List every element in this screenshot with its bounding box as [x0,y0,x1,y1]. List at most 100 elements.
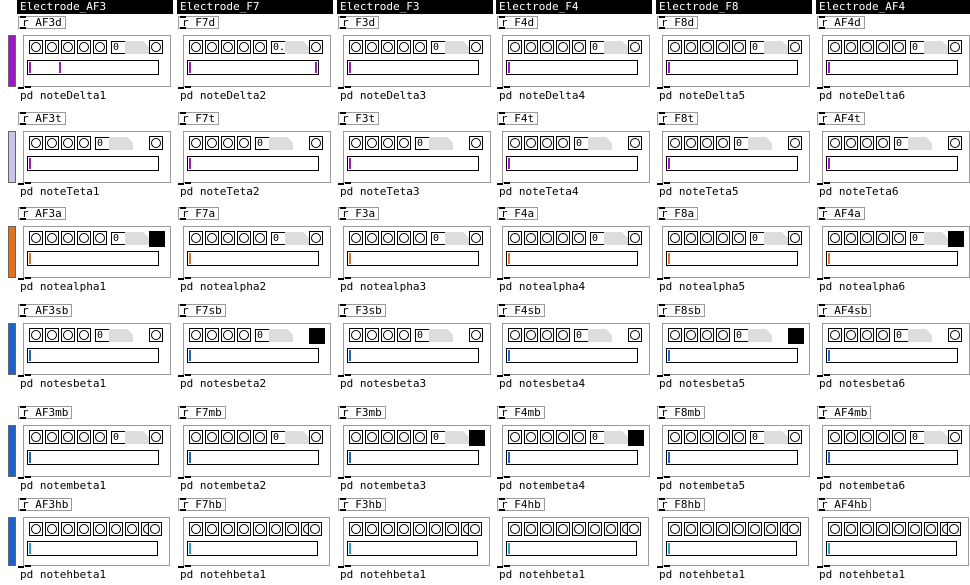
level-slider[interactable] [187,156,319,171]
bang-button[interactable] [381,328,395,342]
receive-object[interactable]: r AF3mb [18,406,73,419]
level-slider[interactable] [27,251,159,266]
bang-button[interactable] [365,328,379,342]
toggle-on[interactable] [788,328,804,344]
receive-object[interactable]: r F8mb [657,406,705,419]
receive-object[interactable]: r F3t [338,112,380,125]
bang-button[interactable] [828,522,842,536]
bang-button[interactable] [668,231,682,245]
bang-button[interactable] [668,328,682,342]
bang-button[interactable] [429,522,443,536]
bang-button[interactable] [397,136,411,150]
number-box[interactable]: 0.4 [271,41,291,54]
receive-object[interactable]: r F4mb [497,406,545,419]
receive-object[interactable]: r AF4a [817,207,865,220]
pd-subpatch[interactable]: pd notembeta4 [497,477,588,493]
level-slider[interactable] [27,541,158,556]
bang-button[interactable] [876,328,890,342]
bang-button[interactable] [748,522,762,536]
level-slider[interactable] [506,251,638,266]
bang-button[interactable] [365,522,379,536]
bang-button[interactable] [45,136,59,150]
number-box[interactable]: 0 [95,329,109,342]
bang-button[interactable] [205,40,219,54]
bang-button[interactable] [700,231,714,245]
bang-button[interactable] [221,522,235,536]
bang-button[interactable] [844,231,858,245]
bang-button[interactable] [189,430,203,444]
receive-object[interactable]: r AF3a [18,207,66,220]
bang-button[interactable] [860,136,874,150]
receive-object[interactable]: r F7a [178,207,220,220]
bang-button[interactable] [732,522,746,536]
bang-button[interactable] [77,136,91,150]
bang-button[interactable] [788,40,802,54]
bang-button[interactable] [732,40,746,54]
bang-button[interactable] [892,231,906,245]
bang-button[interactable] [445,522,459,536]
bang-button[interactable] [508,231,522,245]
toggle-on[interactable] [469,430,485,446]
bang-button[interactable] [860,40,874,54]
bang-button[interactable] [469,40,483,54]
bang-button[interactable] [627,522,641,536]
bang-button[interactable] [684,40,698,54]
level-slider[interactable] [187,348,319,363]
level-slider[interactable] [826,156,958,171]
bang-button[interactable] [524,231,538,245]
number-box[interactable]: 0 [590,41,604,54]
bang-button[interactable] [285,522,299,536]
bang-button[interactable] [93,430,107,444]
receive-object[interactable]: r F8a [657,207,699,220]
bang-button[interactable] [365,136,379,150]
bang-button[interactable] [860,430,874,444]
bang-button[interactable] [29,40,43,54]
number-box[interactable]: 0 [431,232,445,245]
bang-button[interactable] [205,136,219,150]
bang-button[interactable] [45,231,59,245]
bang-button[interactable] [684,522,698,536]
bang-button[interactable] [604,522,618,536]
receive-object[interactable]: r AF4mb [817,406,872,419]
bang-button[interactable] [397,522,411,536]
bang-button[interactable] [61,136,75,150]
bang-button[interactable] [684,231,698,245]
bang-button[interactable] [221,231,235,245]
pd-subpatch[interactable]: pd noteTeta3 [338,183,422,199]
pd-subpatch[interactable]: pd notembeta5 [657,477,748,493]
receive-object[interactable]: r F4a [497,207,539,220]
bang-button[interactable] [588,522,602,536]
bang-button[interactable] [29,430,43,444]
number-box[interactable]: 0 [111,41,125,54]
bang-button[interactable] [668,522,682,536]
receive-object[interactable]: r F8sb [657,304,705,317]
bang-button[interactable] [468,522,482,536]
bang-button[interactable] [45,430,59,444]
number-box[interactable]: 0 [271,232,285,245]
bang-button[interactable] [524,522,538,536]
pd-subpatch[interactable]: pd noteDelta2 [178,87,269,103]
bang-button[interactable] [787,522,801,536]
number-box[interactable]: 0 [574,137,588,150]
receive-object[interactable]: r F4sb [497,304,545,317]
bang-button[interactable] [29,328,43,342]
pd-subpatch[interactable]: pd notesbeta4 [497,375,588,391]
pd-subpatch[interactable]: pd notesbeta5 [657,375,748,391]
bang-button[interactable] [892,430,906,444]
bang-button[interactable] [77,231,91,245]
bang-button[interactable] [205,231,219,245]
bang-button[interactable] [205,522,219,536]
number-box[interactable]: 0 [750,41,764,54]
bang-button[interactable] [788,430,802,444]
bang-button[interactable] [788,136,802,150]
bang-button[interactable] [365,231,379,245]
pd-subpatch[interactable]: pd notealpha6 [817,278,908,294]
bang-button[interactable] [29,231,43,245]
pd-subpatch[interactable]: pd notembeta2 [178,477,269,493]
bang-button[interactable] [828,231,842,245]
receive-object[interactable]: r AF3d [18,16,66,29]
bang-button[interactable] [540,136,554,150]
pd-subpatch[interactable]: pd noteDelta6 [817,87,908,103]
receive-object[interactable]: r AF3t [18,112,66,125]
bang-button[interactable] [397,40,411,54]
